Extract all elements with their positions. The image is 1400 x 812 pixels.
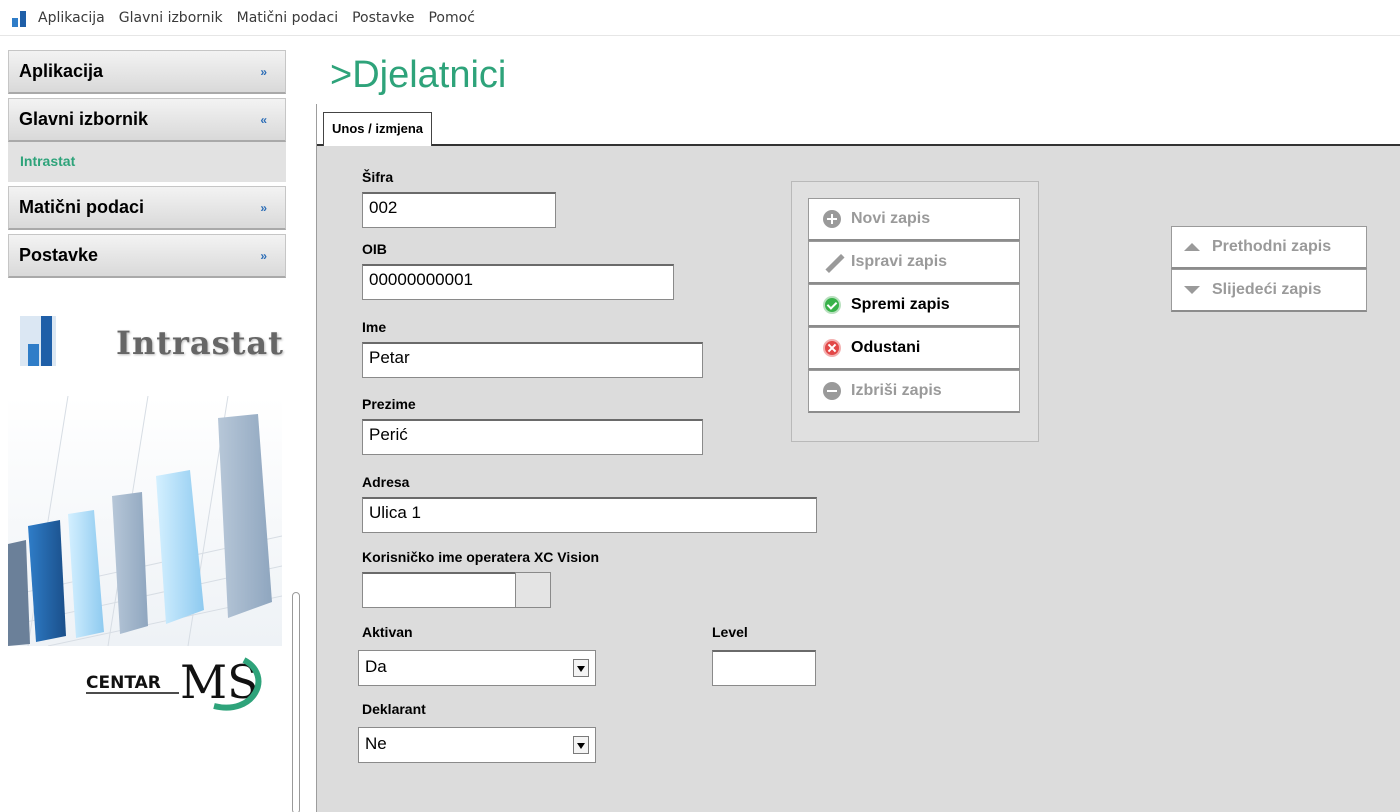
level-label: Level (712, 624, 748, 640)
chevron-double-down-icon: » (260, 248, 267, 263)
intrastat-logo-text: Intrastat (116, 324, 284, 362)
chevron-double-down-icon: » (260, 200, 267, 215)
sidebar-section-aplikacija[interactable]: Aplikacija » (8, 50, 286, 94)
level-field[interactable] (712, 650, 816, 686)
ispravi-zapis-label: Ispravi zapis (851, 253, 948, 270)
dropdown-arrow-icon[interactable] (573, 659, 589, 677)
prethodni-zapis-button[interactable]: Prethodni zapis (1171, 226, 1367, 269)
centar-ms-logo: CENTAR MS (86, 655, 262, 711)
novi-zapis-button[interactable]: Novi zapis (808, 198, 1020, 241)
sifra-label: Šifra (362, 169, 394, 185)
adresa-field[interactable]: Ulica 1 (362, 497, 817, 533)
ime-field[interactable]: Petar (362, 342, 703, 378)
record-navigation: Prethodni zapis Slijedeći zapis (1171, 226, 1367, 312)
menu-postavke[interactable]: Postavke (352, 10, 414, 26)
menu-glavni-izbornik[interactable]: Glavni izbornik (119, 10, 223, 26)
korisnicko-ime-lookup-button[interactable] (515, 572, 551, 608)
chevron-double-up-icon: « (260, 112, 267, 127)
sidebar: Aplikacija » Glavni izbornik « Intrastat… (8, 50, 286, 282)
sidebar-section-label: Aplikacija (19, 61, 104, 81)
sidebar-section-maticni-podaci[interactable]: Matični podaci » (8, 186, 286, 230)
menu-maticni-podaci[interactable]: Matični podaci (237, 10, 338, 26)
sljedeci-zapis-label: Slijedeći zapis (1212, 281, 1322, 298)
novi-zapis-label: Novi zapis (851, 210, 931, 227)
ispravi-zapis-button[interactable]: Ispravi zapis (808, 241, 1020, 284)
korisnicko-ime-label: Korisničko ime operatera XC Vision (362, 549, 600, 565)
intrastat-logo-icon (20, 316, 56, 366)
check-circle-icon (823, 296, 841, 314)
deklarant-label: Deklarant (362, 701, 426, 717)
page-title: >Djelatnici (330, 54, 507, 96)
izbrisi-zapis-button[interactable]: Izbriši zapis (808, 370, 1020, 413)
sidebar-section-postavke[interactable]: Postavke » (8, 234, 286, 278)
sidebar-section-label: Matični podaci (19, 197, 145, 217)
menu-pomoc[interactable]: Pomoć (428, 10, 474, 26)
ime-label: Ime (362, 319, 387, 335)
odustani-button[interactable]: Odustani (808, 327, 1020, 370)
prezime-label: Prezime (362, 396, 416, 412)
oib-label: OIB (362, 241, 387, 257)
pencil-icon (823, 253, 841, 271)
menu-aplikacija[interactable]: Aplikacija (38, 10, 105, 26)
centar-logo-text: CENTAR (86, 673, 161, 693)
sidebar-item-intrastat[interactable]: Intrastat (20, 153, 75, 169)
sidebar-section-label: Postavke (19, 245, 99, 265)
spremi-zapis-button[interactable]: Spremi zapis (808, 284, 1020, 327)
menu-bar: Aplikacija Glavni izbornik Matični podac… (0, 0, 1400, 36)
chevron-double-down-icon: » (260, 64, 267, 79)
minus-circle-icon (823, 382, 841, 400)
sifra-field[interactable]: 002 (362, 192, 556, 228)
sidebar-section-label: Glavni izbornik (19, 109, 149, 129)
aktivan-label: Aktivan (362, 624, 413, 640)
plus-circle-icon (823, 210, 841, 228)
izbrisi-zapis-label: Izbriši zapis (851, 382, 942, 399)
odustani-label: Odustani (851, 339, 921, 356)
dropdown-arrow-icon[interactable] (573, 736, 589, 754)
splitter-handle[interactable] (292, 592, 300, 812)
oib-field[interactable]: 00000000001 (362, 264, 674, 300)
deklarant-select[interactable]: Ne (358, 727, 596, 763)
bar-chart-illustration (8, 396, 282, 646)
aktivan-select[interactable]: Da (358, 650, 596, 686)
sljedeci-zapis-button[interactable]: Slijedeći zapis (1171, 269, 1367, 312)
triangle-up-icon (1184, 243, 1200, 251)
close-circle-icon (823, 339, 841, 357)
prezime-field[interactable]: Perić (362, 419, 703, 455)
sidebar-section-content: Intrastat (8, 142, 286, 182)
prethodni-zapis-label: Prethodni zapis (1212, 238, 1332, 255)
aktivan-value: Da (365, 657, 387, 676)
triangle-down-icon (1184, 286, 1200, 294)
korisnicko-ime-field[interactable] (362, 572, 522, 608)
adresa-label: Adresa (362, 474, 410, 490)
tab-unos-izmjena[interactable]: Unos / izmjena (323, 112, 433, 146)
spremi-zapis-label: Spremi zapis (851, 296, 950, 313)
app-logo-icon (10, 9, 28, 27)
branding-panel: Intrastat CENTAR MS (8, 300, 286, 711)
deklarant-value: Ne (365, 734, 387, 753)
action-buttons: Novi zapis Ispravi zapis Spremi zapis Od… (808, 198, 1020, 413)
sidebar-section-glavni-izbornik[interactable]: Glavni izbornik « (8, 98, 286, 142)
